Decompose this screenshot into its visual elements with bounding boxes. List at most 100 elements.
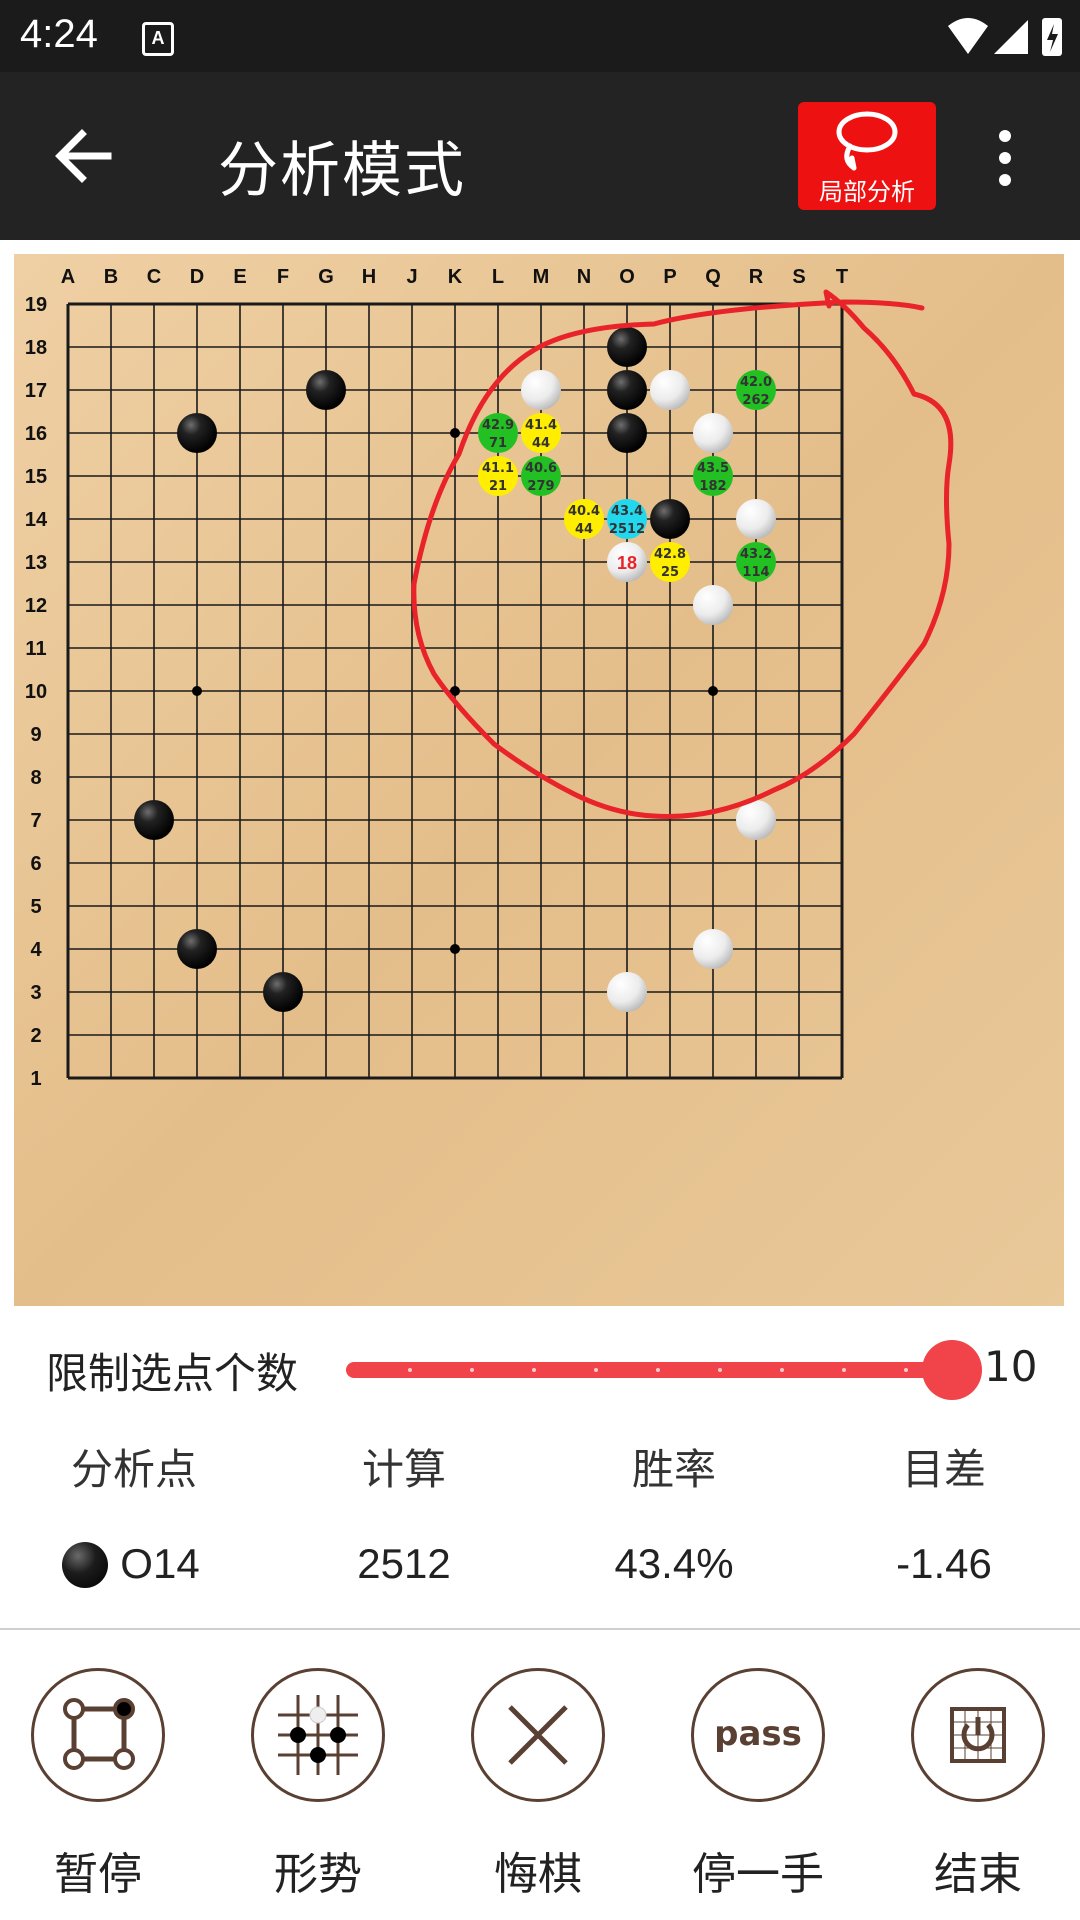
- column-label: B: [104, 266, 118, 288]
- white-stone: [693, 413, 733, 453]
- limit-candidates-slider[interactable]: [346, 1340, 982, 1400]
- power-icon: [911, 1668, 1045, 1802]
- row-label: 10: [25, 681, 47, 703]
- divider: [0, 1628, 1080, 1630]
- black-stone: [607, 327, 647, 367]
- slider-tick: [470, 1368, 474, 1372]
- board-svg[interactable]: A B C D E F G H J K L M N O P Q R S T191817161514131211109…: [14, 254, 1064, 1306]
- column-label: E: [233, 266, 246, 288]
- candidate-winrate: 42.0: [740, 375, 772, 390]
- candidate-move: 41.1 21: [478, 456, 518, 496]
- limit-candidates-label: 限制选点个数: [46, 1349, 299, 1398]
- wifi-icon: [948, 18, 988, 54]
- column-label: S: [792, 266, 805, 288]
- star-point: [450, 428, 460, 438]
- status-time: 4:24: [20, 12, 98, 56]
- situation-button[interactable]: 形势: [220, 1668, 420, 1908]
- status-bar: 4:24 A: [0, 0, 1080, 72]
- star-point: [708, 686, 718, 696]
- slider-value: 10: [984, 1342, 1038, 1391]
- column-label: K: [448, 266, 463, 288]
- candidate-winrate: 43.5: [697, 461, 729, 476]
- header-visits: 计算: [361, 1445, 446, 1494]
- row-label: 11: [25, 638, 46, 660]
- slider-tick: [904, 1368, 908, 1372]
- row-label: 1: [30, 1068, 41, 1090]
- svg-text:pass: pass: [714, 1714, 802, 1754]
- go-board[interactable]: A B C D E F G H J K L M N O P Q R S T 19 18 17 16 15 14 13 12 11 10 9…: [14, 254, 1064, 1306]
- row-label: 15: [25, 466, 47, 488]
- column-label: C: [147, 266, 161, 288]
- slider-track[interactable]: [346, 1362, 976, 1378]
- black-stone: [263, 972, 303, 1012]
- slider-tick: [656, 1368, 660, 1372]
- candidate-winrate: 40.4: [568, 504, 600, 519]
- candidate-visits: 44: [532, 436, 550, 451]
- header-analysis-point: 分析点: [70, 1445, 197, 1494]
- column-label: T: [836, 266, 848, 288]
- column-label: G: [318, 266, 334, 288]
- candidate-move: 41.4 44: [521, 413, 561, 453]
- column-label: M: [533, 266, 550, 288]
- local-analysis-button[interactable]: 局部分析: [798, 102, 936, 210]
- row-label: 13: [25, 552, 47, 574]
- star-point: [450, 944, 460, 954]
- candidate-winrate: 43.2: [740, 547, 772, 562]
- row-label: 8: [30, 767, 41, 789]
- white-stone: [650, 370, 690, 410]
- black-stone: [607, 413, 647, 453]
- pause-button[interactable]: 暂停: [0, 1668, 200, 1908]
- row-point: O14: [120, 1540, 200, 1587]
- slider-tick: [532, 1368, 536, 1372]
- column-label: A: [61, 266, 75, 288]
- candidate-winrate: 43.4: [611, 504, 643, 519]
- candidate-visits: 25: [661, 565, 679, 580]
- candidate-move: 42.0 262: [736, 370, 776, 410]
- row-winrate: 43.4%: [614, 1540, 734, 1587]
- candidate-move: 42.8 25: [650, 542, 690, 582]
- row-label: 19: [25, 294, 47, 316]
- row-label: 17: [25, 380, 47, 402]
- candidate-move: 42.9 71: [478, 413, 518, 453]
- slider-thumb[interactable]: [922, 1340, 982, 1400]
- candidate-move: 43.5 182: [693, 456, 733, 496]
- undo-x-icon: [471, 1668, 605, 1802]
- situation-label: 形势: [274, 1849, 362, 1900]
- board-surface: [14, 254, 1064, 1306]
- local-analysis-label: 局部分析: [819, 178, 915, 206]
- back-arrow-icon[interactable]: [48, 120, 120, 192]
- white-stone: [693, 585, 733, 625]
- candidate-winrate: 42.8: [654, 547, 686, 562]
- column-label: O: [619, 266, 635, 288]
- row-label: 12: [25, 595, 47, 617]
- candidate-visits: 21: [489, 479, 507, 494]
- undo-label: 悔棋: [494, 1849, 582, 1900]
- candidate-visits: 71: [489, 436, 507, 451]
- end-label: 结束: [934, 1849, 1022, 1900]
- header-winrate: 胜率: [631, 1445, 716, 1494]
- column-label: L: [492, 266, 504, 288]
- undo-button[interactable]: 悔棋: [440, 1668, 640, 1908]
- status-icons: [948, 18, 1062, 56]
- app-bar: 分析模式 局部分析: [0, 72, 1080, 240]
- end-button[interactable]: 结束: [880, 1668, 1080, 1908]
- row-label: 2: [30, 1025, 41, 1047]
- slider-tick: [408, 1368, 412, 1372]
- black-stone: [607, 370, 647, 410]
- star-point: [192, 686, 202, 696]
- candidate-visits: 44: [575, 522, 593, 537]
- candidate-visits: 114: [742, 565, 769, 580]
- region-select-icon: [31, 1668, 165, 1802]
- more-options-icon[interactable]: [990, 128, 1020, 188]
- pass-button[interactable]: pass 停一手: [660, 1668, 860, 1908]
- row-label: 18: [25, 337, 47, 359]
- candidate-visits: 279: [527, 479, 554, 494]
- candidate-move: 40.6 279: [521, 456, 561, 496]
- slider-tick: [594, 1368, 598, 1372]
- row-label: 9: [30, 724, 41, 746]
- pass-label: 停一手: [692, 1849, 824, 1900]
- column-label: P: [663, 266, 676, 288]
- candidate-winrate: 40.6: [525, 461, 557, 476]
- pause-label: 暂停: [54, 1849, 142, 1900]
- row-label: 16: [25, 423, 47, 445]
